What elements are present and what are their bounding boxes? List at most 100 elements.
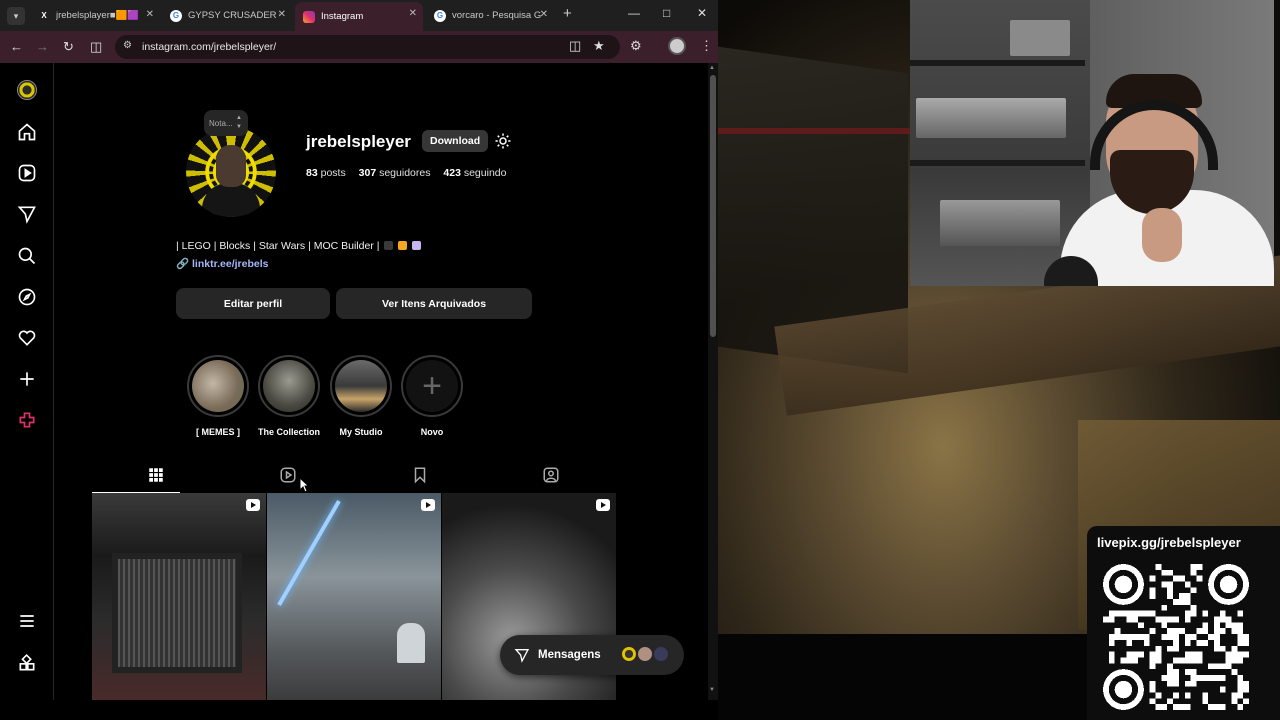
browser-profile-avatar[interactable] [668,37,686,55]
reel-badge-icon [421,499,435,511]
view-archive-button[interactable]: Ver Itens Arquivados [336,288,532,319]
scroll-thumb[interactable] [710,75,716,337]
browser-menu-icon[interactable]: ⋮ [700,38,713,54]
lego-model [916,98,1066,138]
highlight-label: Novo [420,427,444,437]
tab-gypsy-crusader[interactable]: G GYPSY CRUSADER C ✕ [162,3,292,28]
shelf [910,160,1085,166]
search-icon[interactable] [17,246,37,266]
tab-saved-icon[interactable] [411,466,429,484]
posts-count: 83 [306,167,318,179]
posts-label: posts [320,167,346,179]
note-bubble[interactable]: Nota... ▲ ▼ [204,110,248,136]
highlight-label: My Studio [339,427,383,437]
scene-detail [718,128,918,134]
bio-link-text: linktr.ee/jrebels [192,258,269,270]
close-icon[interactable]: ✕ [278,9,286,20]
scroll-up-icon[interactable]: ▲ [709,65,715,71]
create-icon[interactable] [17,369,37,389]
address-bar[interactable]: ⚙ instagram.com/jrebelspleyer/ [115,35,620,59]
tab-tagged-icon[interactable] [542,466,560,484]
profile-avatar[interactable] [17,80,37,100]
google-favicon-icon: G [434,9,446,22]
notifications-icon[interactable] [17,328,37,348]
messages-icon[interactable] [17,204,37,224]
reel-badge-icon [596,499,610,511]
also-from-meta-icon[interactable] [17,653,37,673]
highlight-my-studio[interactable]: My Studio [330,355,392,437]
following-count[interactable]: 423 [443,167,461,179]
highlight-cover [192,360,244,412]
highlight-cover [335,360,387,412]
new-tab-button[interactable]: + [563,5,572,22]
extensions-icon[interactable]: ⚙ [630,38,642,54]
highlight-the-collection[interactable]: The Collection [258,355,320,437]
post-thumbnail[interactable] [92,493,266,700]
webcam-feed [910,0,1274,286]
profile-picture[interactable] [186,127,276,217]
explore-icon[interactable] [17,287,37,307]
post-thumbnail[interactable] [267,493,441,700]
site-info-icon[interactable]: ⚙ [123,40,132,51]
droid-image [397,623,425,663]
window-close-icon[interactable]: ✕ [697,6,707,20]
browser-toolbar: ← → ↻ ◫ ⚙ instagram.com/jrebelspleyer/ ◫… [0,31,718,63]
shelf [910,60,1085,66]
bio-link[interactable]: 🔗 linktr.ee/jrebels [176,257,268,270]
radiator-image [112,553,242,673]
tab-title: Instagram [321,11,364,22]
bio-text: | LEGO | Blocks | Star Wars | MOC Builde… [176,240,380,252]
tab-vorcaro[interactable]: G vorcaro - Pesquisa G ✕ [426,3,554,28]
tab-instagram[interactable]: Instagram ✕ [295,2,423,31]
lego-model [940,200,1060,246]
avatar-face [216,145,246,187]
plus-icon: + [406,360,458,412]
tab-x[interactable]: X jrebelsplayer■🟧🟪 ✕ [30,3,160,28]
split-view-icon[interactable]: ◫ [90,39,102,55]
note-arrows-icon: ▲ ▼ [236,115,242,130]
forward-icon[interactable]: → [36,39,49,54]
qr-code-icon [1103,564,1249,710]
bookmark-star-icon[interactable]: ★ [593,38,605,54]
contact-avatar [652,645,670,663]
highlight-label: [ MEMES ] [196,427,240,437]
close-icon[interactable]: ✕ [146,9,154,20]
followers-count[interactable]: 307 [359,167,377,179]
page-scrollbar[interactable]: ▲ ▼ [708,63,718,700]
lightsaber-image [277,500,341,606]
mouse-cursor-icon [299,476,310,493]
profile-username: jrebelspleyer [306,132,411,151]
black-square-emoji-icon [384,241,394,250]
close-icon[interactable]: ✕ [409,8,417,19]
reels-icon[interactable] [17,163,37,183]
highlight-new[interactable]: + Novo [401,355,463,437]
link-icon: 🔗 [176,258,190,270]
scroll-down-icon[interactable]: ▼ [709,687,715,693]
tab-title: vorcaro - Pesquisa G [452,10,542,21]
messages-label: Mensagens [538,649,601,661]
browser-window: ▾ X jrebelsplayer■🟧🟪 ✕ G GYPSY CRUSADER … [0,0,718,700]
install-app-icon[interactable]: ◫ [569,38,581,54]
download-button[interactable]: Download [422,130,489,152]
following-label[interactable]: seguindo [464,167,507,179]
tab-search-button[interactable]: ▾ [7,7,25,25]
meta-ai-icon[interactable] [17,410,37,430]
highlight-memes[interactable]: [ MEMES ] [187,355,249,437]
qr-title: livepix.gg/jrebelspleyer [1097,535,1241,550]
back-icon[interactable]: ← [10,39,23,54]
edit-profile-button[interactable]: Editar perfil [176,288,330,319]
tab-reels-icon[interactable] [279,466,297,484]
settings-gear-icon[interactable] [494,132,512,150]
home-icon[interactable] [17,122,37,142]
highlight-label: The Collection [258,427,321,437]
minimize-icon[interactable]: — [628,6,640,20]
menu-icon[interactable] [17,611,37,631]
maximize-icon[interactable]: □ [663,6,670,20]
messages-button[interactable]: Mensagens [500,635,684,675]
url-text: instagram.com/jrebelspleyer/ [142,41,277,53]
followers-label[interactable]: seguidores [379,167,430,179]
tab-posts-grid-icon[interactable] [147,466,165,484]
livepix-qr-overlay: livepix.gg/jrebelspleyer [1087,526,1280,720]
close-icon[interactable]: ✕ [540,9,548,20]
reload-icon[interactable]: ↻ [63,39,74,55]
